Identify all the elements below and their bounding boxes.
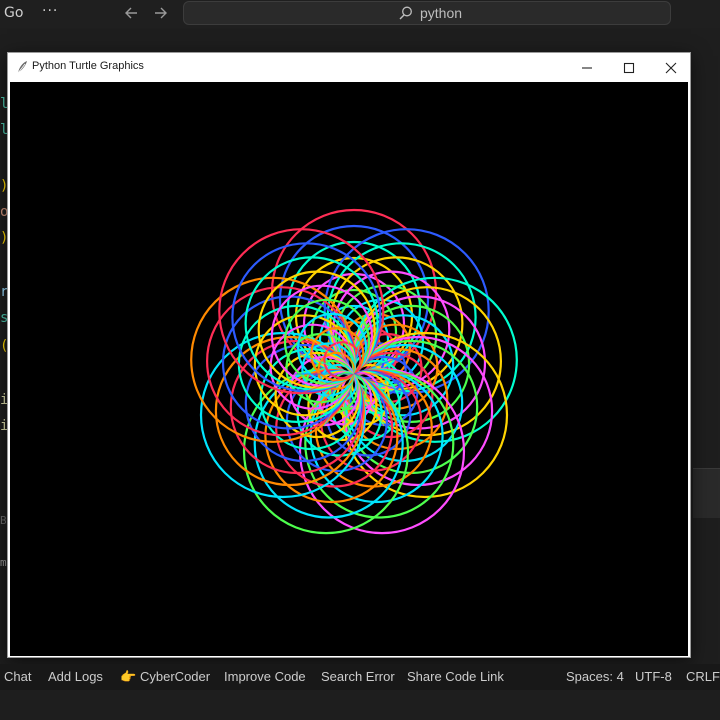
pointing-hand-icon: 👉 [120,669,137,684]
turtle-graphics-window: Python Turtle Graphics [7,52,691,658]
go-menu[interactable]: Go [4,5,23,21]
maximize-icon [623,62,635,74]
turtle-canvas[interactable] [10,82,688,656]
close-button[interactable] [650,53,692,82]
status-search-error[interactable]: Search Error [321,669,395,684]
status-line-ending[interactable]: CRLF [686,669,720,684]
side-panel-edge [693,468,720,518]
window-title-bar[interactable]: Python Turtle Graphics [8,53,690,82]
feather-icon [14,59,30,75]
status-bar: Chat Add Logs 👉 CyberCoder Improve Code … [0,664,720,690]
more-menu[interactable]: ··· [42,3,58,19]
status-indentation[interactable]: Spaces: 4 [566,669,624,684]
status-improve-code[interactable]: Improve Code [224,669,306,684]
arrow-left-icon[interactable] [122,3,142,23]
spirograph-drawing [190,208,518,535]
status-add-logs[interactable]: Add Logs [48,669,103,684]
code-fragment: m [0,556,7,569]
editor-top-bar: Go ··· python [0,0,720,28]
search-text: python [420,5,463,21]
minimize-icon [582,67,592,69]
status-chat[interactable]: Chat [4,669,31,684]
code-fragment: B [0,514,7,527]
search-icon [398,5,414,21]
status-encoding[interactable]: UTF-8 [635,669,672,684]
status-share-code-link[interactable]: Share Code Link [407,669,504,684]
minimize-button[interactable] [566,53,608,82]
status-cybercoder[interactable]: CyberCoder [140,669,210,684]
window-title: Python Turtle Graphics [32,60,144,72]
maximize-button[interactable] [608,53,650,82]
arrow-right-icon[interactable] [150,3,170,23]
command-center-search[interactable]: python [183,1,671,25]
bottom-area [0,690,720,720]
close-icon [665,62,677,74]
